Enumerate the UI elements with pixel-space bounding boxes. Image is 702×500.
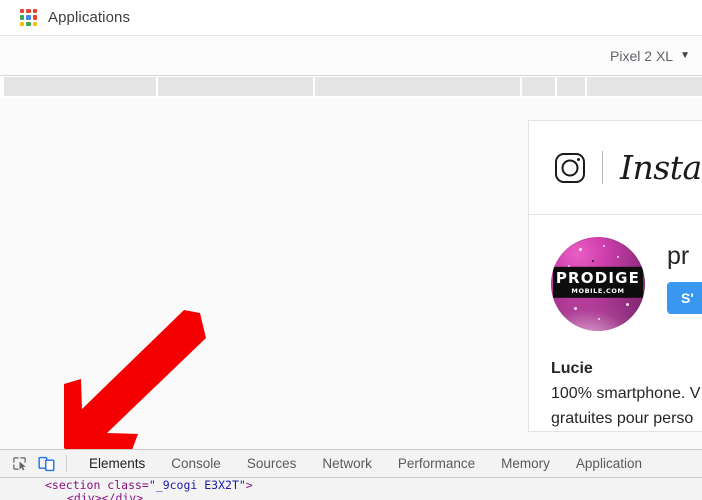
- viewport-ruler: [0, 77, 702, 97]
- dom-tree-code[interactable]: <section class="_9cogi E3X2T"> <div></di…: [0, 478, 702, 500]
- tab-elements[interactable]: Elements: [76, 450, 158, 477]
- avatar-speck: [592, 259, 595, 262]
- logo-divider: [602, 151, 603, 184]
- profile-bio-name: Lucie: [551, 360, 593, 377]
- profile-username: pr: [667, 242, 690, 270]
- avatar[interactable]: PRODIGE MOBILE.COM: [551, 237, 645, 331]
- profile-meta: pr S': [645, 237, 702, 314]
- avatar-brand-text: PRODIGE: [555, 269, 641, 288]
- instagram-header: Instag: [529, 121, 702, 215]
- dom-line[interactable]: <section class="_9cogi E3X2T">: [45, 479, 702, 492]
- ruler-tick: [520, 77, 522, 97]
- tab-memory[interactable]: Memory: [488, 450, 563, 477]
- device-emulation-toolbar: Pixel 2 XL ▼: [0, 37, 702, 76]
- instagram-wordmark: Instag: [620, 148, 702, 187]
- profile-bio-line: gratuites pour perso: [551, 409, 694, 427]
- avatar-speck: [573, 306, 577, 310]
- avatar-speck: [616, 255, 619, 258]
- avatar-brand-band: PRODIGE MOBILE.COM: [553, 267, 643, 298]
- instagram-profile-card: Instag PRODIGE: [528, 120, 702, 433]
- tab-network[interactable]: Network: [309, 450, 385, 477]
- tab-sources[interactable]: Sources: [234, 450, 310, 477]
- ruler-tick: [555, 77, 557, 97]
- bookmarks-bar: Applications: [0, 0, 702, 36]
- browser-window: Applications Pixel 2 XL ▼ Instag: [0, 0, 702, 500]
- profile-bio-line: 100% smartphone. V: [551, 384, 701, 402]
- bookmark-applications-label: Applications: [48, 9, 131, 26]
- tab-application[interactable]: Application: [563, 450, 655, 477]
- avatar-speck: [579, 248, 583, 252]
- bookmark-applications[interactable]: Applications: [14, 6, 136, 29]
- profile-row: PRODIGE MOBILE.COM pr S': [529, 237, 702, 331]
- ruler-tick: [156, 77, 158, 97]
- tab-console[interactable]: Console: [158, 450, 234, 477]
- chevron-down-icon: ▼: [680, 50, 690, 61]
- ruler-left-edge: [0, 77, 4, 97]
- tab-performance[interactable]: Performance: [385, 450, 488, 477]
- devtools-tabbar: Elements Console Sources Network Perform…: [0, 450, 702, 478]
- avatar-speck: [602, 244, 605, 247]
- toolbar-divider: [66, 455, 67, 472]
- profile-bio: Lucie 100% smartphone. V gratuites pour …: [529, 331, 702, 431]
- instagram-camera-icon: [555, 152, 585, 183]
- devtools-panel: Elements Console Sources Network Perform…: [0, 449, 702, 500]
- instagram-profile-body: PRODIGE MOBILE.COM pr S' Lucie 100% smar…: [529, 215, 702, 432]
- device-selector-dropdown[interactable]: Pixel 2 XL ▼: [610, 48, 690, 64]
- avatar-speck: [626, 302, 630, 306]
- ruler-tick: [313, 77, 315, 97]
- avatar-glow: [551, 293, 645, 331]
- avatar-speck: [598, 317, 600, 320]
- ruler-tick: [585, 77, 587, 97]
- google-apps-grid-icon: [20, 9, 37, 26]
- dom-tag-open: <section class=: [45, 478, 149, 492]
- emulated-page-viewport[interactable]: Instag PRODIGE: [0, 98, 702, 449]
- dom-line[interactable]: <div></div>: [45, 492, 702, 500]
- device-selector-label: Pixel 2 XL: [610, 48, 674, 64]
- dom-tag-close: >: [245, 478, 253, 492]
- inspect-element-icon[interactable]: [6, 452, 33, 476]
- dom-attr-value: "_9cogi E3X2T": [148, 478, 246, 492]
- avatar-brand-subtext: MOBILE.COM: [571, 287, 625, 296]
- dom-tag-open: <div></div>: [67, 491, 144, 500]
- toggle-device-toolbar-icon[interactable]: [33, 452, 60, 476]
- follow-button[interactable]: S': [667, 281, 702, 314]
